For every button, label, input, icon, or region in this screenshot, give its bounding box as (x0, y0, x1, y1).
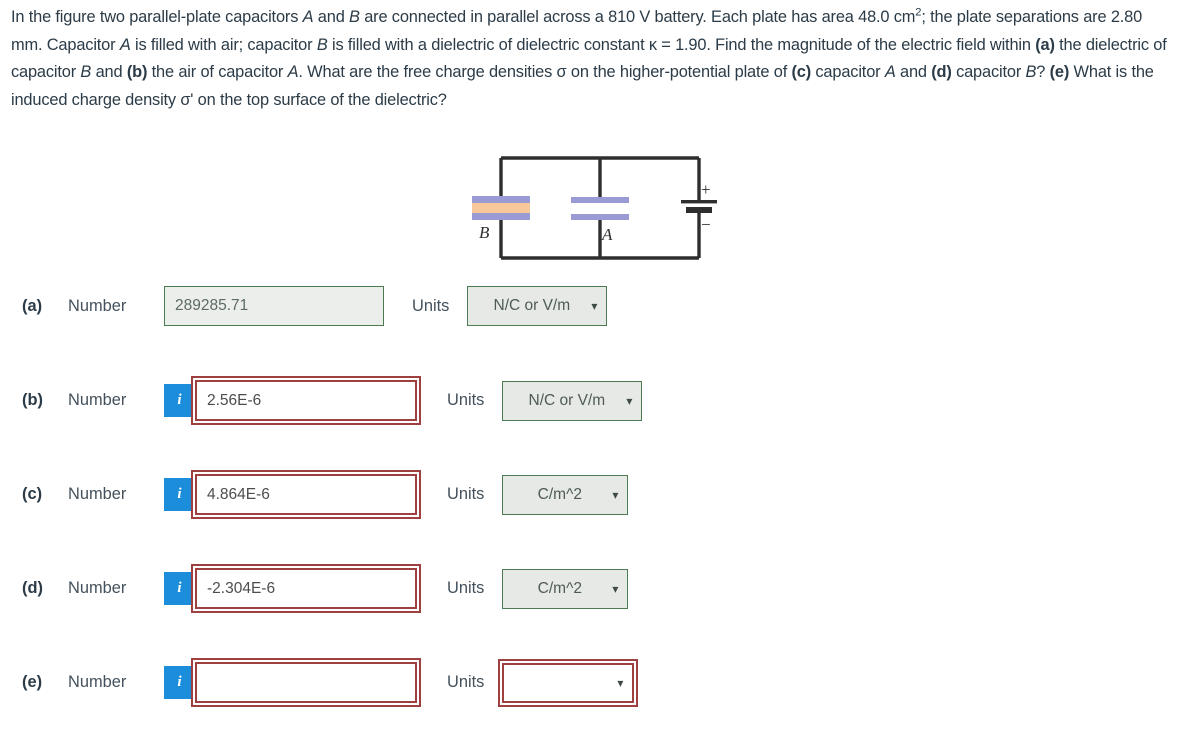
number-input[interactable] (195, 662, 417, 703)
units-label: Units (447, 485, 485, 503)
units-select[interactable]: ▾ (502, 662, 635, 703)
problem-text-fragment: (c) (791, 63, 812, 81)
problem-text-fragment: B (316, 35, 328, 54)
answer-row-content: (e) Number i Units ▾ (22, 662, 635, 703)
problem-text-fragment: A (119, 35, 131, 54)
number-input[interactable] (195, 474, 417, 515)
problem-statement: In the figure two parallel-plate capacit… (11, 4, 1171, 114)
problem-text-fragment: . What are the free charge densities σ o… (298, 63, 792, 81)
answer-row-content: (b) Number i Units N/C or V/m ▾ (22, 380, 643, 421)
part-label: (b) (22, 391, 43, 409)
problem-text-fragment: and (895, 63, 932, 81)
problem-text-fragment: capacitor (951, 63, 1026, 81)
chevron-down-icon: ▾ (612, 581, 619, 596)
circuit-wires (499, 156, 701, 260)
units-select-value: C/m^2 (537, 579, 582, 597)
number-input[interactable] (164, 286, 384, 326)
chevron-down-icon: ▾ (626, 393, 633, 408)
units-select-value: C/m^2 (537, 485, 582, 503)
problem-text-fragment: In the figure two parallel-plate capacit… (11, 8, 303, 26)
problem-text-fragment: B (1025, 63, 1037, 81)
answer-row: (c) Number i Units C/m^2 ▾ (0, 474, 1182, 568)
problem-text-fragment: is filled with a dielectric of dielectri… (327, 35, 1036, 54)
capacitor-b-symbol (472, 196, 530, 220)
answer-rows: (a) Number Units N/C or V/m ▾ (b) Number i Units… (0, 286, 1182, 756)
answer-row: (d) Number i Units C/m^2 ▾ (0, 568, 1182, 662)
problem-text-fragment: B (80, 63, 92, 81)
chevron-down-icon: ▾ (612, 487, 619, 502)
chevron-down-icon: ▾ (591, 299, 598, 313)
problem-text-fragment: (d) (931, 63, 952, 81)
part-label: (a) (22, 296, 43, 315)
units-select[interactable]: C/m^2 ▾ (502, 474, 629, 515)
part-label: (d) (22, 579, 43, 597)
problem-text-fragment: (a) (1035, 35, 1055, 54)
capacitor-a-symbol (571, 197, 629, 220)
info-icon[interactable]: i (164, 666, 195, 699)
number-input[interactable] (195, 380, 417, 421)
number-input[interactable] (195, 568, 417, 609)
capacitor-b-label: B (479, 223, 490, 242)
units-select-value: N/C or V/m (493, 297, 571, 314)
battery-symbol (681, 200, 717, 213)
number-label: Number (68, 391, 127, 409)
info-icon[interactable]: i (164, 478, 195, 511)
problem-text-fragment: (b) (126, 63, 148, 81)
units-select-value: N/C or V/m (528, 391, 606, 409)
part-label: (c) (22, 485, 43, 503)
units-select[interactable]: N/C or V/m ▾ (467, 286, 608, 326)
problem-text-fragment: is filled with air; capacitor (130, 35, 317, 54)
answer-row-content: (a) Number Units N/C or V/m ▾ (22, 286, 608, 326)
units-label: Units (447, 673, 485, 691)
number-label: Number (68, 579, 127, 597)
problem-text-fragment: capacitor (811, 63, 885, 81)
units-label: Units (447, 579, 485, 597)
battery-positive-label: + (701, 180, 711, 199)
problem-text-fragment: A (302, 8, 314, 26)
battery-negative-label: − (701, 215, 711, 234)
answer-row: (b) Number i Units N/C or V/m ▾ (0, 380, 1182, 474)
number-label: Number (68, 673, 127, 691)
problem-text-fragment: A (287, 63, 299, 81)
problem-text-fragment: the air of capacitor (147, 63, 288, 81)
number-label: Number (68, 296, 127, 315)
number-label: Number (68, 485, 127, 503)
answer-row-content: (d) Number i Units C/m^2 ▾ (22, 568, 629, 609)
info-icon[interactable]: i (164, 572, 195, 605)
problem-text-fragment: B (349, 8, 360, 26)
problem-text-fragment: and (313, 8, 350, 26)
chevron-down-icon: ▾ (617, 675, 624, 690)
circuit-figure: B A + − (470, 148, 730, 273)
problem-text-fragment: A (884, 63, 896, 81)
answer-row-content: (c) Number i Units C/m^2 ▾ (22, 474, 629, 515)
part-label: (e) (22, 673, 43, 691)
capacitor-a-label: A (601, 225, 613, 244)
problem-text-fragment: ? (1036, 63, 1050, 81)
units-select[interactable]: C/m^2 ▾ (502, 568, 629, 609)
problem-text-fragment: (e) (1049, 63, 1070, 81)
info-icon[interactable]: i (164, 384, 195, 417)
units-select[interactable]: N/C or V/m ▾ (502, 380, 643, 421)
answer-row: (e) Number i Units ▾ (0, 662, 1182, 756)
problem-text-fragment: and (91, 63, 127, 81)
units-label: Units (412, 296, 450, 315)
problem-text-fragment: are connected in parallel across a 810 V… (359, 8, 916, 26)
answer-row: (a) Number Units N/C or V/m ▾ (0, 286, 1182, 380)
units-label: Units (447, 391, 485, 409)
